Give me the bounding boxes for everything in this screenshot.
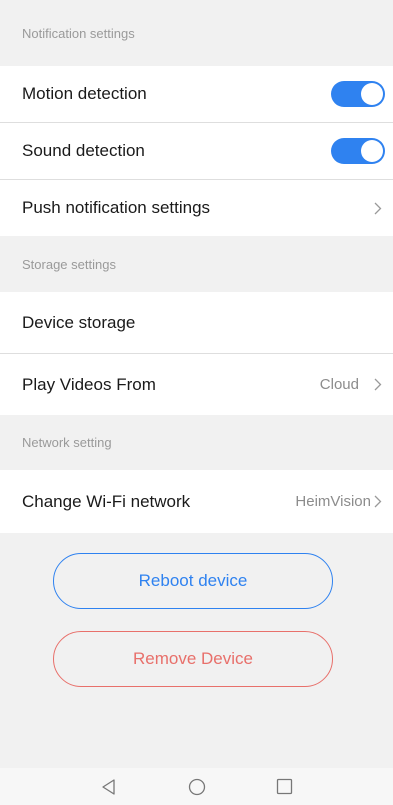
- section-header-storage: Storage settings: [0, 236, 393, 292]
- motion-detection-row[interactable]: Motion detection: [0, 66, 393, 123]
- back-icon[interactable]: [65, 768, 153, 805]
- device-storage-row[interactable]: Device storage: [0, 292, 393, 354]
- change-wifi-row[interactable]: Change Wi-Fi network HeimVision: [0, 470, 393, 533]
- play-videos-from-value: Cloud: [319, 376, 359, 393]
- chevron-right-icon: [371, 495, 385, 509]
- play-videos-from-label: Play Videos From: [22, 374, 156, 394]
- sound-detection-label: Sound detection: [22, 141, 145, 160]
- motion-detection-label: Motion detection: [22, 84, 147, 103]
- change-wifi-label: Change Wi-Fi network: [22, 491, 191, 511]
- sound-detection-toggle[interactable]: [331, 138, 385, 164]
- section-header-notification: Notification settings: [0, 0, 393, 66]
- section-title-network: Network setting: [22, 435, 112, 450]
- wifi-network-value: HeimVision: [295, 493, 371, 510]
- sound-detection-row[interactable]: Sound detection: [0, 123, 393, 180]
- motion-detection-toggle[interactable]: [331, 81, 385, 107]
- chevron-right-icon: [371, 201, 385, 215]
- remove-device-button[interactable]: Remove Device: [53, 631, 333, 687]
- reboot-device-button[interactable]: Reboot device: [53, 553, 333, 609]
- section-title-notification: Notification settings: [22, 25, 135, 41]
- recents-icon[interactable]: [241, 768, 329, 805]
- toggle-knob: [361, 140, 383, 162]
- device-storage-label: Device storage: [22, 312, 136, 332]
- settings-screen: Notification settings Motion detection S…: [0, 0, 393, 533]
- chevron-right-icon: [371, 378, 385, 392]
- section-header-network: Network setting: [0, 415, 393, 470]
- push-notification-settings-row[interactable]: Push notification settings: [0, 180, 393, 236]
- toggle-knob: [361, 83, 383, 105]
- home-icon[interactable]: [153, 768, 241, 805]
- system-navigation-bar: [0, 768, 393, 805]
- action-buttons-area: Reboot device Remove Device: [0, 531, 393, 768]
- push-notification-label: Push notification settings: [22, 198, 211, 217]
- play-videos-from-row[interactable]: Play Videos From Cloud: [0, 354, 393, 415]
- section-title-storage: Storage settings: [22, 256, 116, 272]
